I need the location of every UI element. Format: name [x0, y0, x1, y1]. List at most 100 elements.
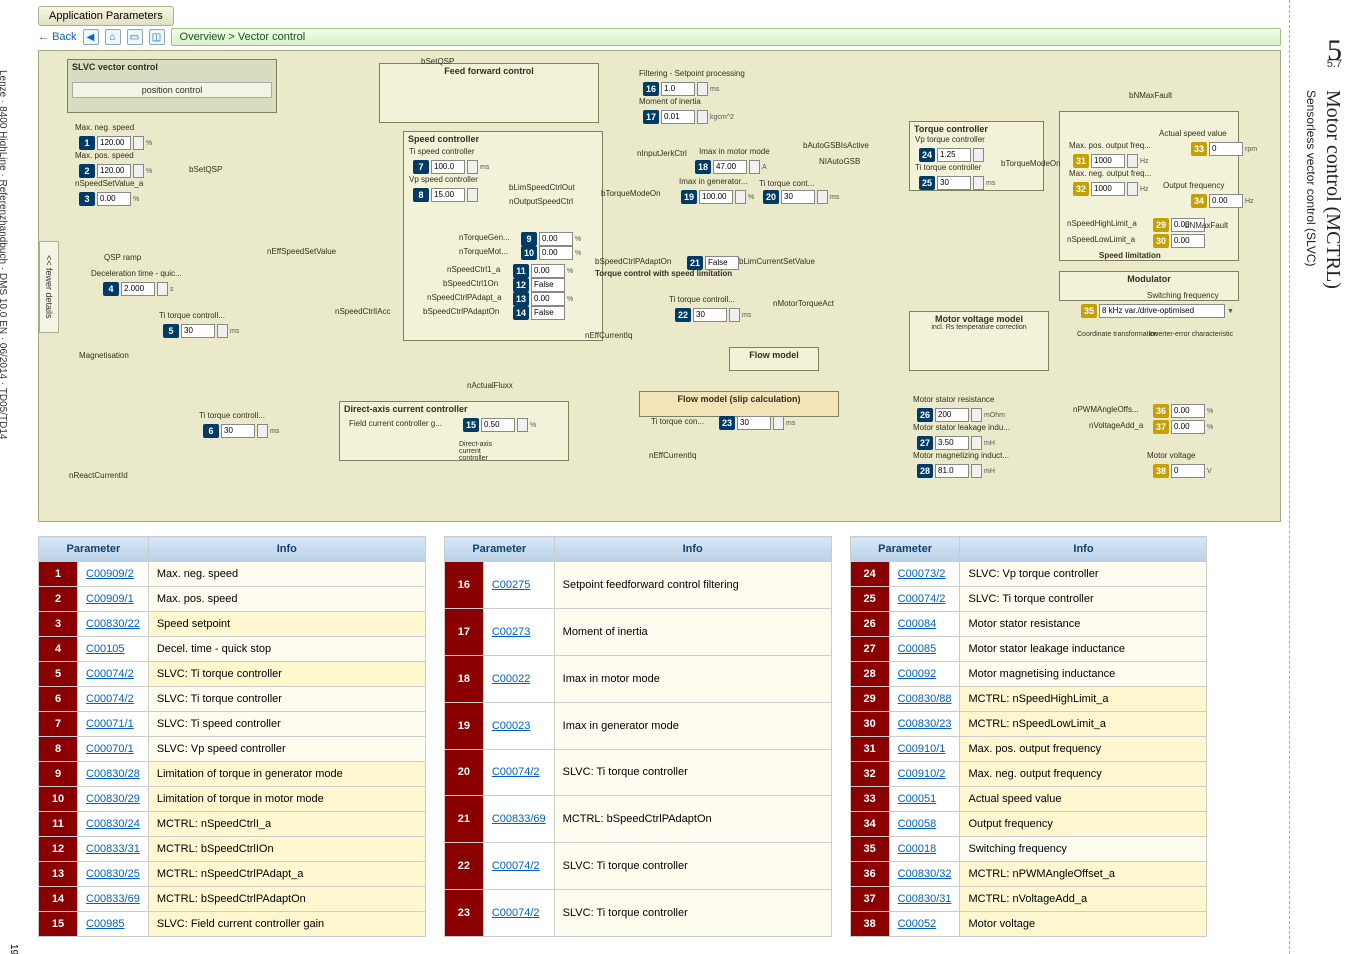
- field-21[interactable]: 21False: [687, 256, 739, 270]
- field-24[interactable]: 241.25: [919, 148, 984, 162]
- field-16[interactable]: 161.0ms: [643, 82, 719, 96]
- param-code-link[interactable]: C00018: [889, 837, 960, 862]
- param-code-link[interactable]: C00071/1: [78, 712, 149, 737]
- param-code-link[interactable]: C00074/2: [78, 687, 149, 712]
- param-num: 4: [39, 637, 78, 662]
- field-9[interactable]: 90.00%: [521, 232, 581, 246]
- label-btorquemodeon2: bTorqueModeOn: [1001, 159, 1061, 168]
- field-15[interactable]: 150.50%: [463, 418, 536, 432]
- param-code-link[interactable]: C00092: [889, 662, 960, 687]
- param-code-link[interactable]: C00830/88: [889, 687, 960, 712]
- label-ninputjerkctrl: nInputJerkCtrl: [637, 149, 687, 158]
- label-nspeedctrli: nSpeedCtrl1_a: [447, 265, 500, 274]
- param-code-link[interactable]: C00023: [483, 702, 554, 749]
- label-nreactcurrentid: nReactCurrentId: [69, 471, 128, 480]
- field-30[interactable]: 300.00: [1153, 234, 1205, 248]
- field-6[interactable]: 630ms: [203, 424, 279, 438]
- field-28[interactable]: 2881.0mH: [917, 464, 995, 478]
- field-33[interactable]: 330rpm: [1191, 142, 1257, 156]
- field-38[interactable]: 380V: [1153, 464, 1212, 478]
- param-code-link[interactable]: C00085: [889, 637, 960, 662]
- field-32[interactable]: 321000Hz: [1073, 182, 1149, 196]
- param-code-link[interactable]: C00074/2: [483, 843, 554, 890]
- layout-icon[interactable]: ◫: [149, 29, 165, 45]
- param-code-link[interactable]: C00830/23: [889, 712, 960, 737]
- param-code-link[interactable]: C00074/2: [483, 749, 554, 796]
- field-8[interactable]: 815.00: [413, 188, 478, 202]
- param-code-link[interactable]: C00058: [889, 812, 960, 837]
- field-20[interactable]: 2030ms: [763, 190, 839, 204]
- param-code-link[interactable]: C00105: [78, 637, 149, 662]
- label-bsetqsp: bSetQSP: [189, 165, 222, 174]
- param-num: 22: [444, 843, 483, 890]
- param-code-link[interactable]: C00830/25: [78, 862, 149, 887]
- field-17[interactable]: 170.01kgcm^2: [643, 110, 734, 124]
- param-code-link[interactable]: C00084: [889, 612, 960, 637]
- param-code-link[interactable]: C00074/2: [483, 890, 554, 937]
- param-code-link[interactable]: C00830/32: [889, 862, 960, 887]
- back-icon[interactable]: ◀: [83, 29, 99, 45]
- param-num: 15: [39, 912, 78, 937]
- label-nspeedsetvalue: nSpeedSetValue_a: [75, 179, 143, 188]
- param-code-link[interactable]: C00022: [483, 655, 554, 702]
- field-11[interactable]: 110.00%: [513, 264, 573, 278]
- field-5[interactable]: 530ms: [163, 324, 239, 338]
- field-22[interactable]: 2230ms: [675, 308, 751, 322]
- label-vp-torque: Vp torque controller: [915, 135, 985, 144]
- param-code-link[interactable]: C00909/2: [78, 562, 149, 587]
- param-code-link[interactable]: C00830/22: [78, 612, 149, 637]
- param-num: 28: [850, 662, 889, 687]
- field-37[interactable]: 370.00%: [1153, 420, 1213, 434]
- field-1[interactable]: 1120.00%: [79, 136, 152, 150]
- param-info: Imax in motor mode: [554, 655, 831, 702]
- param-info: SLVC: Ti torque controller: [554, 749, 831, 796]
- param-code-link[interactable]: C00830/29: [78, 787, 149, 812]
- param-code-link[interactable]: C00074/2: [78, 662, 149, 687]
- field-4[interactable]: 42.000s: [103, 282, 174, 296]
- field-18[interactable]: 1847.00A: [695, 160, 767, 174]
- param-code-link[interactable]: C00073/2: [889, 562, 960, 587]
- param-code-link[interactable]: C00275: [483, 562, 554, 609]
- position-control-sub[interactable]: position control: [72, 82, 272, 98]
- param-code-link[interactable]: C00830/31: [889, 887, 960, 912]
- fewer-details-tab[interactable]: << fewer details: [39, 241, 59, 333]
- back-link[interactable]: ← Back: [38, 31, 77, 43]
- param-code-link[interactable]: C00910/1: [889, 737, 960, 762]
- param-code-link[interactable]: C00273: [483, 608, 554, 655]
- param-code-link[interactable]: C00909/1: [78, 587, 149, 612]
- breadcrumb[interactable]: Overview > Vector control: [171, 28, 1281, 46]
- param-code-link[interactable]: C00052: [889, 912, 960, 937]
- label-vp-speed: Vp speed controller: [409, 175, 478, 184]
- window-icon[interactable]: ▭: [127, 29, 143, 45]
- field-7[interactable]: 7100.0ms: [413, 160, 489, 174]
- field-14[interactable]: 14False: [513, 306, 565, 320]
- field-3[interactable]: 30.00%: [79, 192, 139, 206]
- label-bspeedctrlion: bSpeedCtrl1On: [443, 279, 498, 288]
- param-code-link[interactable]: C00833/31: [78, 837, 149, 862]
- field-25[interactable]: 2530ms: [919, 176, 995, 190]
- param-num: 31: [850, 737, 889, 762]
- field-10[interactable]: 100.00%: [521, 246, 581, 260]
- field-36[interactable]: 360.00%: [1153, 404, 1213, 418]
- param-code-link[interactable]: C00830/24: [78, 812, 149, 837]
- field-35[interactable]: 358 kHz var./drive-optimised▼: [1081, 304, 1234, 318]
- field-34[interactable]: 340.00Hz: [1191, 194, 1254, 208]
- param-code-link[interactable]: C00051: [889, 787, 960, 812]
- field-27[interactable]: 273.50mH: [917, 436, 995, 450]
- home-icon[interactable]: ⌂: [105, 29, 121, 45]
- field-31[interactable]: 311000Hz: [1073, 154, 1149, 168]
- param-code-link[interactable]: C00070/1: [78, 737, 149, 762]
- param-code-link[interactable]: C00830/28: [78, 762, 149, 787]
- field-13[interactable]: 130.00%: [513, 292, 573, 306]
- param-code-link[interactable]: C00074/2: [889, 587, 960, 612]
- param-code-link[interactable]: C00833/69: [483, 796, 554, 843]
- field-23[interactable]: 2330ms: [719, 416, 795, 430]
- param-code-link[interactable]: C00985: [78, 912, 149, 937]
- param-code-link[interactable]: C00833/69: [78, 887, 149, 912]
- field-19[interactable]: 19100.00%: [681, 190, 754, 204]
- field-2[interactable]: 2120.00%: [79, 164, 152, 178]
- field-26[interactable]: 26200mOhm: [917, 408, 1005, 422]
- field-12[interactable]: 12False: [513, 278, 565, 292]
- param-code-link[interactable]: C00910/2: [889, 762, 960, 787]
- tab-application-parameters[interactable]: Application Parameters: [38, 6, 174, 26]
